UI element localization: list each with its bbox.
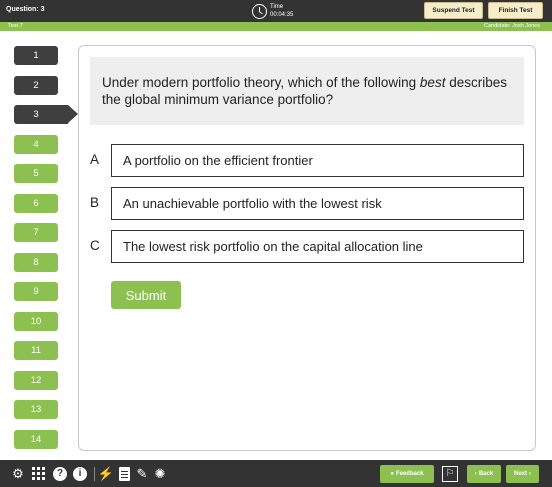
feedback-label: Feedback [395, 471, 424, 477]
question-nav-item-2[interactable]: 2 [14, 76, 58, 95]
question-nav-item-7[interactable]: 7 [14, 223, 58, 242]
clock-icon [252, 3, 267, 19]
question-nav-item-3[interactable]: 3 [14, 105, 78, 124]
option-c-letter: C [90, 238, 100, 253]
timer: Time 00:04:35 [252, 1, 293, 21]
question-nav-item-13[interactable]: 13 [14, 400, 58, 419]
chat-icon: ● [390, 471, 394, 477]
question-nav-item-11[interactable]: 11 [14, 341, 58, 360]
divider [92, 465, 96, 482]
question-emphasis: best [419, 75, 446, 90]
bottom-toolbar: ⚙ ? i ⚡ ✎ ✺ ● Feedback ⚐ ‹ Back Next › [0, 460, 552, 487]
sub-header: Test 7 Candidate: Josh Jones [0, 22, 552, 31]
edit-icon[interactable]: ✎ [135, 465, 149, 482]
flag-icon[interactable]: ⚐ [441, 465, 459, 482]
time-label: Time [270, 4, 284, 10]
time-value: 00:04:35 [270, 12, 294, 18]
question-text: Under modern portfolio theory, which of … [90, 57, 524, 125]
question-nav-item-4[interactable]: 4 [14, 135, 58, 154]
question-nav-item-1[interactable]: 1 [14, 46, 58, 65]
option-c[interactable]: The lowest risk portfolio on the capital… [111, 230, 524, 263]
question-text-before: Under modern portfolio theory, which of … [102, 75, 420, 90]
option-a[interactable]: A portfolio on the efficient frontier [111, 144, 524, 177]
chevron-left-icon: ‹ [474, 471, 477, 477]
next-label: Next [513, 471, 527, 477]
question-nav-item-12[interactable]: 12 [14, 371, 58, 390]
feedback-button[interactable]: ● Feedback [380, 465, 434, 483]
option-b[interactable]: An unachievable portfolio with the lowes… [111, 187, 524, 220]
next-button[interactable]: Next › [506, 465, 539, 483]
option-a-letter: A [90, 152, 100, 167]
test-name: Test 7 [8, 23, 23, 29]
candidate-name: Candidate: Josh Jones [484, 23, 540, 29]
chevron-right-icon: › [529, 471, 531, 477]
question-nav-item-5[interactable]: 5 [14, 164, 58, 183]
lightbulb-icon[interactable]: ✺ [151, 465, 169, 482]
question-nav-item-6[interactable]: 6 [14, 194, 58, 213]
suspend-test-button[interactable]: Suspend Test [424, 2, 483, 19]
question-nav-item-8[interactable]: 8 [14, 253, 58, 272]
document-icon[interactable] [117, 465, 131, 482]
question-nav-item-14[interactable]: 14 [14, 430, 58, 449]
option-b-letter: B [90, 195, 100, 210]
top-bar: Question: 3 Time 00:04:35 Suspend Test F… [0, 0, 552, 22]
question-counter: Question: 3 [6, 6, 45, 13]
question-nav-item-9[interactable]: 9 [14, 282, 58, 301]
back-label: Back [478, 471, 494, 477]
gear-icon[interactable]: ⚙ [10, 465, 26, 482]
submit-button[interactable]: Submit [111, 281, 181, 309]
flash-icon[interactable]: ⚡ [98, 465, 114, 482]
grid-icon[interactable] [30, 465, 46, 482]
back-button[interactable]: ‹ Back [467, 465, 501, 483]
info-icon[interactable]: i [72, 465, 88, 482]
finish-test-button[interactable]: Finish Test [488, 2, 543, 19]
question-nav-item-10[interactable]: 10 [14, 312, 58, 331]
help-icon[interactable]: ? [52, 465, 68, 482]
